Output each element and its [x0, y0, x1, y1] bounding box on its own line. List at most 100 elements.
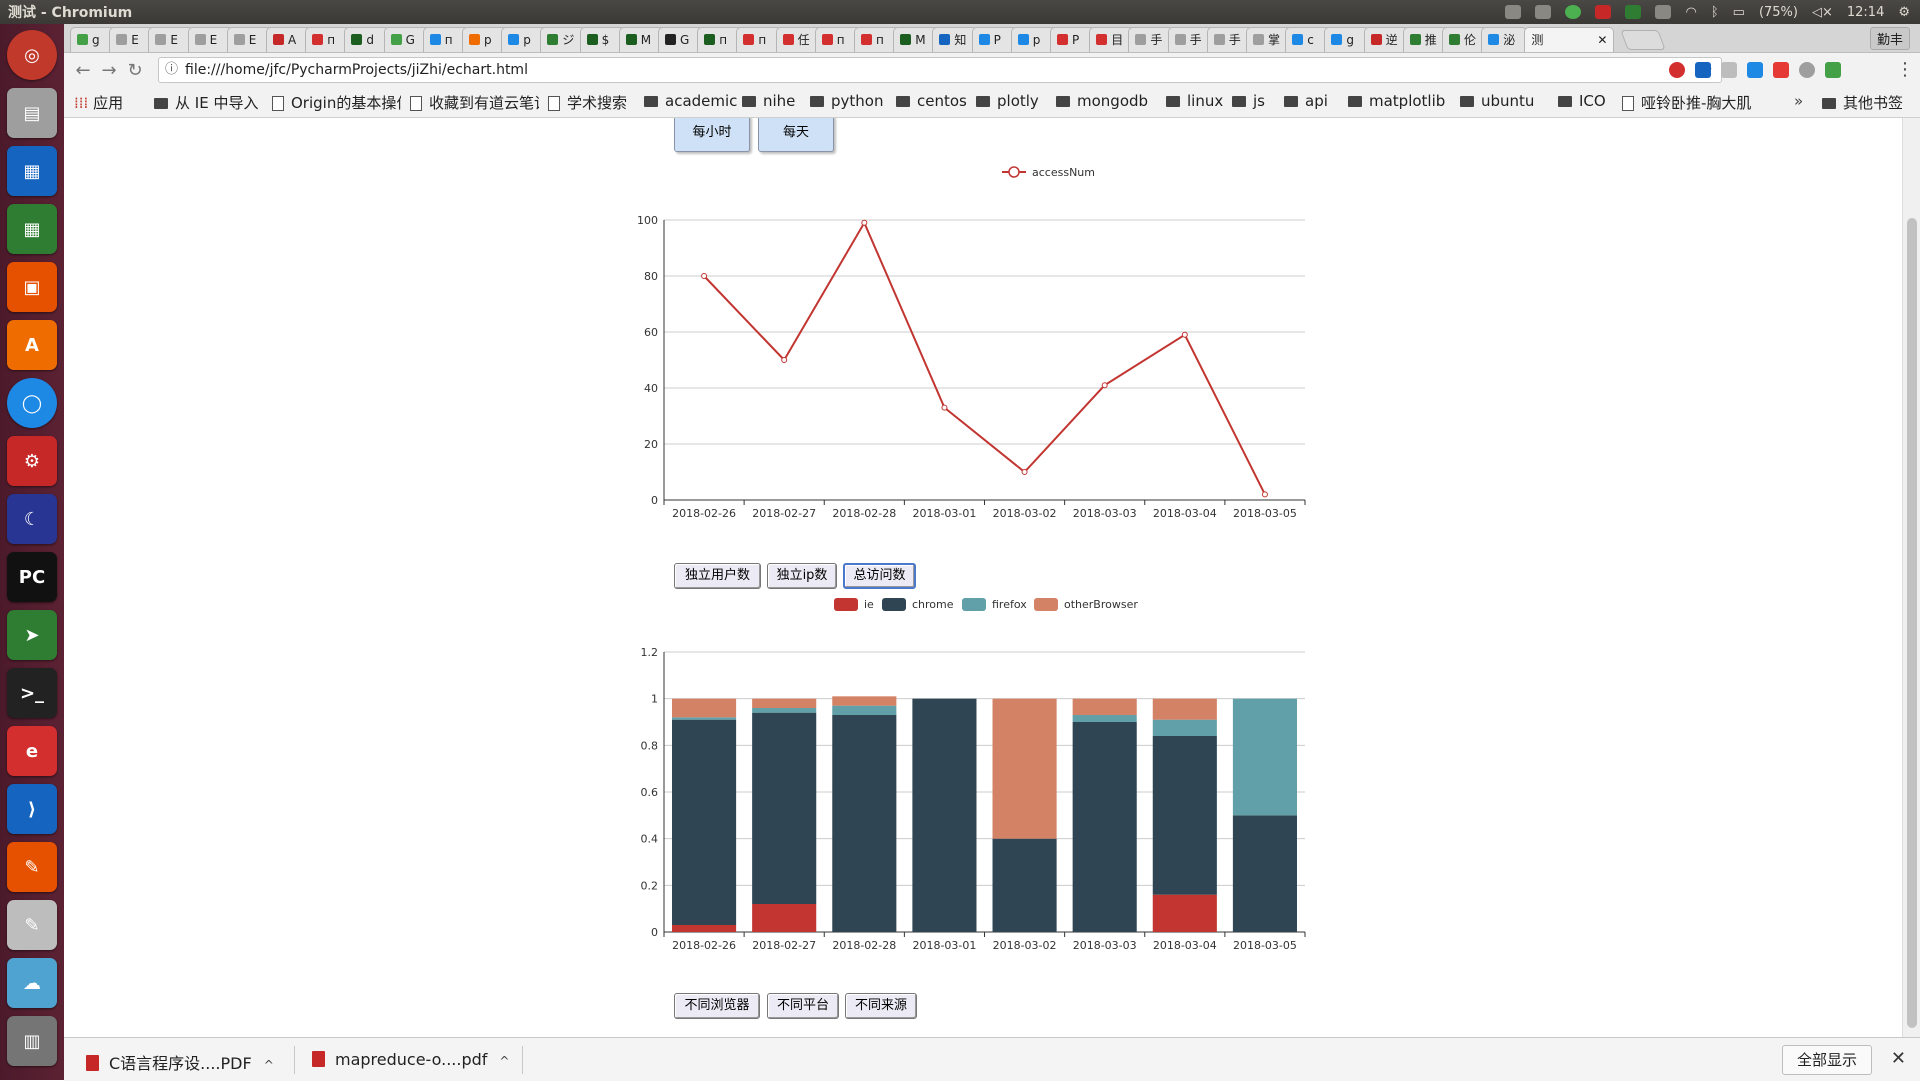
- download-item-c-book[interactable]: C语言程序设....PDF ^: [86, 1050, 274, 1074]
- favicon-icon: [469, 34, 480, 45]
- address-bar[interactable]: ⓘ file:///home/jfc/PycharmProjects/jiZhi…: [158, 57, 1722, 83]
- pdf-reader-icon[interactable]: e: [7, 726, 57, 776]
- browser-dimension-button[interactable]: 不同浏览器: [674, 993, 760, 1019]
- telegram-icon[interactable]: ➤: [7, 610, 57, 660]
- page-scrollbar[interactable]: [1902, 118, 1920, 1037]
- clock[interactable]: 12:14: [1847, 5, 1884, 20]
- close-tab-icon[interactable]: ✕: [1597, 28, 1607, 52]
- bookmark-3[interactable]: 收藏到有道云笔记: [410, 92, 539, 113]
- bookmark-1[interactable]: 从 IE 中导入: [154, 92, 258, 113]
- tab-active[interactable]: 测 ✕: [1524, 27, 1615, 52]
- adblock-extension-icon[interactable]: [1669, 62, 1685, 78]
- download-item-mapreduce[interactable]: mapreduce-o....pdf ^: [312, 1050, 509, 1069]
- chromium-icon[interactable]: ◯: [7, 378, 57, 428]
- data-point: [941, 404, 948, 411]
- menu-dots-icon[interactable]: ⋮: [1896, 59, 1914, 80]
- software-center-icon[interactable]: A: [7, 320, 57, 370]
- bookmarks-overflow[interactable]: »: [1794, 92, 1803, 110]
- gear-icon[interactable]: ⚙: [1898, 5, 1910, 20]
- shield-extension-icon[interactable]: [1721, 62, 1737, 78]
- text-editor-icon[interactable]: ✎: [7, 900, 57, 950]
- close-downloads-icon[interactable]: ✕: [1891, 1048, 1906, 1069]
- tab-label: р: [523, 33, 531, 47]
- reload-icon[interactable]: ↻: [122, 60, 148, 81]
- wifi-icon[interactable]: ◠: [1685, 5, 1696, 20]
- bookmarks-bar: » 其他书签 ⁞⁞⁞ 应用 从 IE 中导入 Origin的基本操作 收藏到有道云笔记…: [64, 87, 1920, 118]
- bookmark-8[interactable]: centos: [896, 92, 967, 110]
- scrollbar-thumb[interactable]: [1907, 218, 1917, 1028]
- tab-label: 掌: [1268, 33, 1281, 47]
- system-settings-icon[interactable]: ⚙: [7, 436, 57, 486]
- favicon-icon: [821, 34, 833, 45]
- y-tick-label: 0.6: [641, 786, 659, 799]
- record-tray-icon[interactable]: [1595, 5, 1612, 19]
- bar-firefox: [1152, 719, 1217, 736]
- bookmark-15[interactable]: ubuntu: [1460, 92, 1534, 110]
- tab-label: п: [719, 33, 728, 47]
- info-icon[interactable]: ⓘ: [165, 58, 178, 82]
- calc-icon[interactable]: ▦: [7, 204, 57, 254]
- ubuntu-dash-icon[interactable]: ◎: [7, 30, 57, 80]
- circle-extension-icon[interactable]: [1799, 62, 1815, 78]
- graduation-extension-icon[interactable]: [1747, 62, 1763, 78]
- bookmark-14[interactable]: matplotlib: [1348, 92, 1445, 110]
- translate-extension-icon[interactable]: [1695, 62, 1711, 78]
- bluetooth-icon[interactable]: ᛒ: [1711, 5, 1719, 20]
- telegram-tray-icon[interactable]: [1565, 5, 1582, 19]
- bookmark-other[interactable]: 其他书签: [1822, 92, 1903, 113]
- bar-chrome: [992, 838, 1057, 932]
- night-sky-icon[interactable]: ☾: [7, 494, 57, 544]
- pycharm-icon[interactable]: PC: [7, 552, 57, 602]
- chevron-up-icon[interactable]: ^: [264, 1058, 274, 1072]
- forward-arrow-icon[interactable]: →: [96, 60, 122, 81]
- bookmark-label: 哑铃卧推-胸大肌: [1641, 94, 1751, 112]
- y-tick-label: 0.8: [641, 739, 659, 752]
- total-visits-button[interactable]: 总访问数: [843, 563, 916, 589]
- unique-ip-button[interactable]: 独立ip数: [767, 563, 837, 589]
- bookmark-0[interactable]: ⁞⁞⁞ 应用: [74, 92, 123, 113]
- legend-swatch-icon: [1034, 598, 1058, 611]
- bookmark-12[interactable]: js: [1232, 92, 1265, 110]
- bookmark-16[interactable]: ICO: [1558, 92, 1606, 110]
- bookmark-11[interactable]: linux: [1166, 92, 1223, 110]
- vscode-icon[interactable]: ⟩: [7, 784, 57, 834]
- battery-icon[interactable]: ▭: [1733, 5, 1745, 20]
- chat-tray-icon[interactable]: [1505, 5, 1522, 19]
- volume-icon[interactable]: ◁×: [1812, 5, 1833, 20]
- back-arrow-icon[interactable]: ←: [70, 60, 96, 81]
- impress-icon[interactable]: ▣: [7, 262, 57, 312]
- source-dimension-button[interactable]: 不同来源: [845, 993, 917, 1019]
- wechat-icon[interactable]: ☁: [7, 958, 57, 1008]
- green-extension-icon[interactable]: [1825, 62, 1841, 78]
- favicon-icon: [1057, 34, 1068, 45]
- tab-menu-button[interactable]: 勤丰: [1869, 27, 1910, 50]
- tab-label: E: [209, 33, 218, 47]
- unique-users-button[interactable]: 独立用户数: [674, 563, 761, 589]
- bookmark-9[interactable]: plotly: [976, 92, 1039, 110]
- bookmark-4[interactable]: 学术搜索: [548, 92, 627, 113]
- editor-pen-icon[interactable]: ✎: [7, 842, 57, 892]
- shield-tray-icon[interactable]: [1625, 5, 1642, 19]
- bookmark-10[interactable]: mongodb: [1056, 92, 1148, 110]
- downloads-bar: C语言程序设....PDF ^ mapreduce-o....pdf ^ 全部显示 …: [64, 1037, 1920, 1081]
- show-all-downloads-button[interactable]: 全部显示: [1781, 1045, 1872, 1075]
- new-tab-button[interactable]: [1620, 30, 1667, 50]
- chevron-up-icon[interactable]: ^: [499, 1054, 509, 1068]
- tab-36[interactable]: 泌: [1481, 27, 1528, 52]
- page-icon: [410, 96, 422, 111]
- bookmark-2[interactable]: Origin的基本操作: [272, 92, 401, 113]
- bookmark-13[interactable]: api: [1284, 92, 1328, 110]
- platform-dimension-button[interactable]: 不同平台: [767, 993, 839, 1019]
- chat2-tray-icon[interactable]: [1535, 5, 1552, 19]
- trash-icon[interactable]: ▥: [7, 1016, 57, 1066]
- bookmark-17[interactable]: 哑铃卧推-胸大肌: [1622, 92, 1751, 113]
- bar-chrome: [672, 719, 737, 925]
- terminal-icon[interactable]: >_: [7, 668, 57, 718]
- keyboard-tray-icon[interactable]: [1655, 5, 1672, 19]
- bookmark-7[interactable]: python: [810, 92, 883, 110]
- files-icon[interactable]: ▤: [7, 88, 57, 138]
- writer-icon[interactable]: ▦: [7, 146, 57, 196]
- pocket-extension-icon[interactable]: [1773, 62, 1789, 78]
- bookmark-6[interactable]: nihe: [742, 92, 795, 110]
- bookmark-5[interactable]: academic: [644, 92, 737, 110]
